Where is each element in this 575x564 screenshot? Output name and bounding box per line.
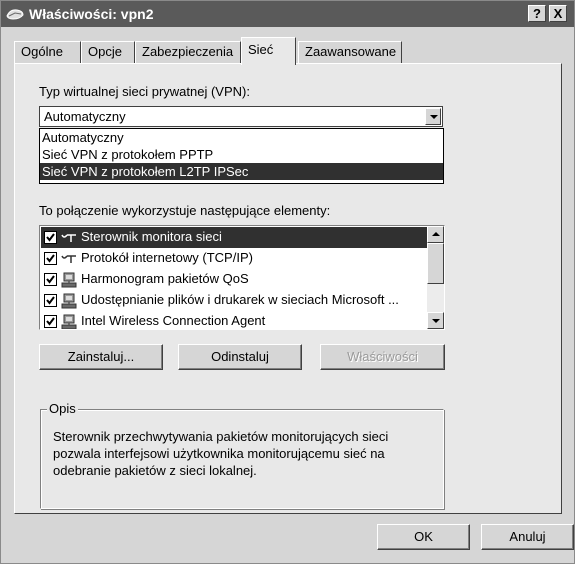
vpn-option-l2tp-ipsec[interactable]: Sieć VPN z protokołem L2TP IPSec [40, 163, 443, 180]
list-item-label: Intel Wireless Connection Agent [81, 313, 266, 328]
ok-button[interactable]: OK [377, 524, 470, 550]
network-service-icon [61, 272, 77, 288]
list-item-label: Protokół internetowy (TCP/IP) [81, 250, 253, 265]
description-group: Opis Sterownik przechwytywania pakietów … [40, 401, 444, 509]
tab-security[interactable]: Zabezpieczenia [135, 41, 241, 64]
scroll-thumb[interactable] [427, 243, 444, 284]
vertical-scrollbar[interactable] [427, 226, 444, 329]
scroll-up-button[interactable] [427, 226, 444, 243]
list-item[interactable]: Intel Wireless Connection Agent [41, 311, 427, 329]
list-item[interactable]: Sterownik monitora sieci [41, 227, 427, 248]
tab-options[interactable]: Opcje [81, 41, 135, 64]
chevron-down-icon [432, 319, 440, 323]
chevron-up-icon [432, 232, 440, 236]
list-item[interactable]: Protokół internetowy (TCP/IP) [41, 248, 427, 269]
vpn-option-pptp[interactable]: Sieć VPN z protokołem PPTP [40, 146, 443, 163]
checkbox[interactable] [44, 231, 57, 244]
checkbox[interactable] [44, 294, 57, 307]
list-item-label: Harmonogram pakietów QoS [81, 271, 249, 286]
properties-button[interactable]: Właściwości [320, 344, 445, 370]
chevron-down-icon [430, 115, 438, 119]
checkmark-icon [46, 275, 55, 284]
vpn-option-automatic[interactable]: Automatyczny [40, 129, 443, 146]
vpn-type-select[interactable]: Automatyczny [39, 106, 443, 127]
properties-dialog: Właściwości: vpn2 ? X Ogólne Opcje Zabez… [0, 0, 575, 564]
tab-general[interactable]: Ogólne [14, 41, 81, 64]
checkbox[interactable] [44, 252, 57, 265]
network-service-icon [61, 314, 77, 329]
components-list: Sterownik monitora sieci Protokół intern… [39, 225, 445, 330]
list-item[interactable]: Udostępnianie plików i drukarek w siecia… [41, 290, 427, 311]
window-title: Właściwości: vpn2 [29, 6, 154, 22]
checkmark-icon [46, 296, 55, 305]
list-item[interactable]: Harmonogram pakietów QoS [41, 269, 427, 290]
components-label: To połączenie wykorzystuje następujące e… [39, 203, 331, 218]
help-button[interactable]: ? [528, 5, 546, 22]
vpn-type-label: Typ wirtualnej sieci prywatnej (VPN): [39, 84, 250, 99]
network-protocol-icon [61, 255, 76, 263]
checkmark-icon [46, 254, 55, 263]
uninstall-button[interactable]: Odinstaluj [178, 344, 302, 370]
cancel-button[interactable]: Anuluj [481, 524, 574, 550]
checkmark-icon [46, 233, 55, 242]
title-bar[interactable]: Właściwości: vpn2 ? X [1, 1, 574, 27]
tab-networking[interactable]: Sieć [241, 37, 296, 65]
description-text: Sterownik przechwytywania pakietów monit… [53, 429, 389, 478]
install-button[interactable]: Zainstaluj... [39, 344, 163, 370]
vpn-type-value: Automatyczny [44, 109, 126, 124]
tab-advanced[interactable]: Zaawansowane [298, 41, 402, 64]
checkmark-icon [46, 317, 55, 326]
checkbox[interactable] [44, 315, 57, 328]
network-protocol-icon [61, 234, 76, 242]
scroll-down-button[interactable] [427, 312, 444, 329]
networking-panel: Typ wirtualnej sieci prywatnej (VPN): Au… [14, 63, 562, 514]
close-button[interactable]: X [549, 5, 567, 22]
list-item-label: Sterownik monitora sieci [81, 229, 222, 244]
tab-strip: Ogólne Opcje Zabezpieczenia Sieć Zaawans… [14, 37, 574, 65]
network-connection-icon [6, 9, 24, 20]
vpn-type-dropdown-list: Automatyczny Sieć VPN z protokołem PPTP … [39, 128, 444, 184]
description-title: Opis [47, 401, 78, 416]
checkbox[interactable] [44, 273, 57, 286]
dropdown-button[interactable] [425, 108, 441, 125]
network-service-icon [61, 293, 77, 309]
list-item-label: Udostępnianie plików i drukarek w siecia… [81, 292, 399, 307]
